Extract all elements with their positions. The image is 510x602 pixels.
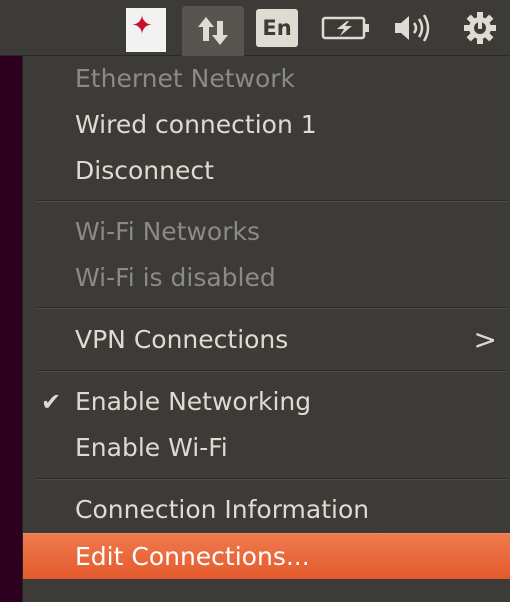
- keyboard-layout-icon: En: [256, 9, 298, 47]
- chevron-right-icon: >: [473, 323, 497, 356]
- battery-charging-icon: [321, 16, 369, 40]
- session-indicator[interactable]: [458, 4, 502, 52]
- edit-connections-item[interactable]: Edit Connections...: [23, 533, 510, 579]
- wired-connection-item[interactable]: Wired connection 1: [23, 102, 510, 148]
- menu-separator: [37, 478, 507, 480]
- menu-separator: [37, 200, 507, 202]
- network-indicator[interactable]: [182, 6, 244, 56]
- menu-separator: [37, 370, 507, 372]
- wifi-disabled-status: Wi-Fi is disabled: [75, 263, 276, 292]
- connection-information-item[interactable]: Connection Information: [23, 487, 510, 533]
- volume-icon: [395, 14, 430, 42]
- disconnect-item[interactable]: Disconnect: [23, 148, 510, 194]
- enable-networking-item[interactable]: ✔ Enable Networking: [23, 379, 510, 425]
- checkmark-icon: ✔: [41, 388, 62, 416]
- menu-separator: [37, 307, 507, 309]
- vpn-connections-item[interactable]: VPN Connections >: [23, 317, 510, 363]
- top-panel: ✦ En: [0, 0, 510, 56]
- desktop-background: [0, 56, 22, 602]
- ethernet-network-header: Ethernet Network: [75, 64, 296, 93]
- power-gear-icon: [464, 12, 496, 44]
- battery-indicator[interactable]: [318, 4, 374, 52]
- vpn-connections-label: VPN Connections: [75, 325, 289, 354]
- app-indicator-icon: ✦: [131, 11, 153, 41]
- network-transfer-icon: [198, 17, 228, 45]
- enable-networking-label: Enable Networking: [75, 387, 312, 416]
- app-indicator[interactable]: ✦: [126, 8, 166, 52]
- enable-wifi-item[interactable]: Enable Wi-Fi: [23, 425, 510, 471]
- network-menu: Ethernet Network Wired connection 1 Disc…: [22, 56, 510, 602]
- keyboard-layout-indicator[interactable]: En: [254, 4, 300, 52]
- sound-indicator[interactable]: [388, 4, 438, 52]
- wifi-networks-header: Wi-Fi Networks: [75, 217, 260, 246]
